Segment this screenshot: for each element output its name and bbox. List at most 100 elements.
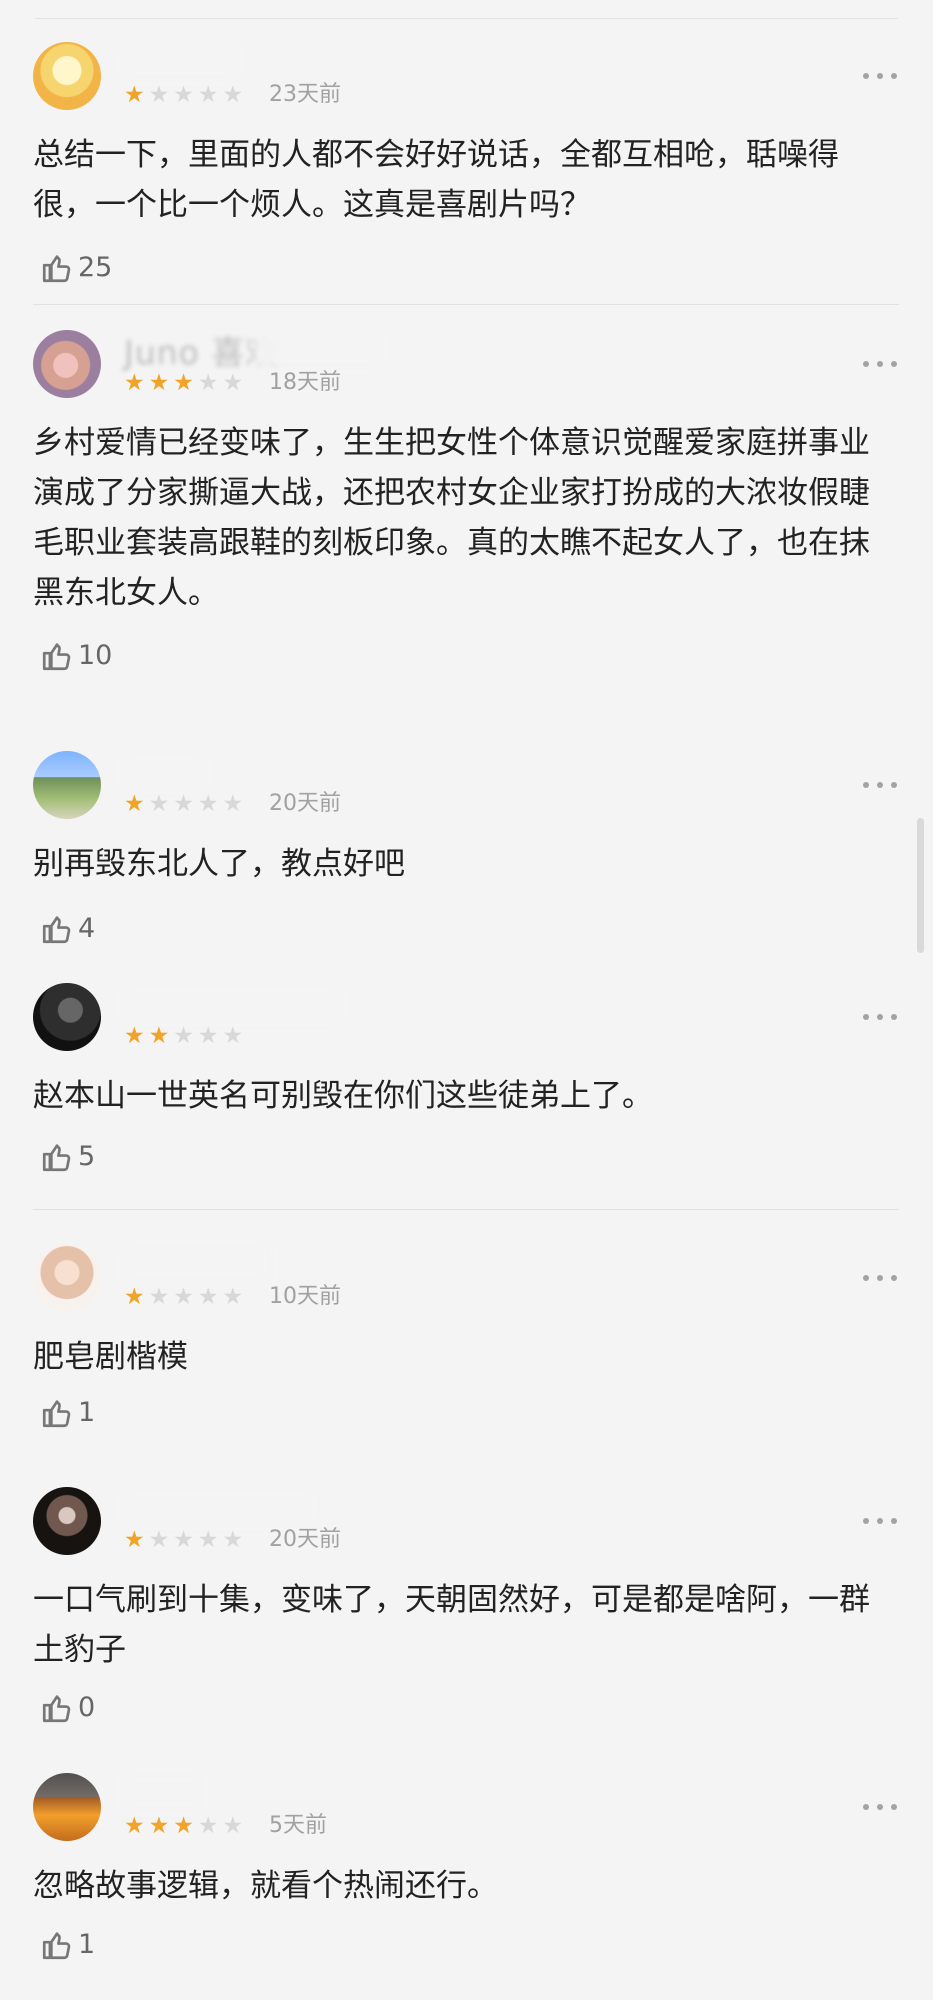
more-options-button[interactable]: [863, 1516, 897, 1526]
more-icon: [877, 1518, 883, 1524]
review-text: 忽略故事逻辑，就看个热闹还行。: [33, 1868, 498, 1904]
thumbs-up-icon: [42, 643, 71, 671]
more-options-button[interactable]: [863, 359, 897, 369]
username-redaction: [122, 751, 206, 789]
review-time: 20天前: [269, 791, 341, 816]
review-text: 肥皂剧楷模: [33, 1339, 188, 1375]
like-button[interactable]: 25: [40, 250, 112, 286]
like-count: 1: [78, 1929, 96, 1960]
more-options-button[interactable]: [863, 71, 897, 81]
more-options-button[interactable]: [863, 1012, 897, 1022]
like-button[interactable]: 10: [40, 638, 112, 674]
more-icon: [877, 361, 883, 367]
like-count: 4: [78, 913, 96, 944]
more-icon: [877, 1275, 883, 1281]
star-icon: ★: [148, 1023, 170, 1049]
more-icon: [863, 1518, 869, 1524]
more-icon: [863, 361, 869, 367]
star-icon: ★: [148, 82, 170, 108]
rating-stars: ★ ★ ★ ★ ★: [124, 1528, 243, 1552]
star-icon: ★: [197, 1284, 219, 1310]
more-icon: [877, 1014, 883, 1020]
more-icon: [863, 782, 869, 788]
avatar[interactable]: [33, 983, 101, 1051]
more-icon: [891, 782, 897, 788]
more-icon: [891, 73, 897, 79]
scrollbar[interactable]: [917, 818, 924, 953]
star-icon: ★: [124, 1284, 145, 1310]
star-icon: ★: [197, 1527, 219, 1553]
thumbs-up-icon: [42, 916, 71, 944]
star-icon: ★: [173, 370, 194, 396]
star-icon: ★: [222, 82, 244, 108]
review-text: 总结一下，里面的人都不会好好说话，全都互相呛，聒噪得很，一个比一个烦人。这真是喜…: [33, 137, 839, 223]
star-icon: ★: [173, 1023, 194, 1049]
thumbs-up-icon: [42, 1932, 71, 1960]
star-icon: ★: [148, 1813, 170, 1839]
review-text: 乡村爱情已经变味了，生生把女性个体意识觉醒爱家庭拼事业演成了分家撕逼大战，还把农…: [33, 425, 870, 611]
more-icon: [863, 1014, 869, 1020]
username-redaction: [122, 1773, 204, 1811]
thumbs-up-icon: [42, 1144, 71, 1172]
star-icon: ★: [124, 82, 145, 108]
username-redaction: [254, 330, 382, 368]
star-icon: ★: [124, 1813, 145, 1839]
star-icon: ★: [222, 1284, 244, 1310]
more-options-button[interactable]: [863, 1273, 897, 1283]
more-icon: [863, 1275, 869, 1281]
more-icon: [891, 361, 897, 367]
star-icon: ★: [173, 1284, 194, 1310]
thumbs-up-icon: [42, 1695, 71, 1723]
star-icon: ★: [148, 370, 170, 396]
username-redaction: [122, 1487, 322, 1525]
star-icon: ★: [197, 370, 219, 396]
more-icon: [891, 1804, 897, 1810]
more-icon: [877, 782, 883, 788]
rating-stars: ★ ★ ★ ★ ★: [124, 371, 243, 395]
rating-stars: ★ ★ ★ ★ ★: [124, 83, 243, 107]
star-icon: ★: [222, 1813, 244, 1839]
star-icon: ★: [148, 1284, 170, 1310]
review-time: 18天前: [269, 370, 341, 395]
like-button[interactable]: 5: [40, 1139, 95, 1175]
username-redaction: [122, 1244, 272, 1282]
more-icon: [877, 1804, 883, 1810]
avatar[interactable]: [33, 1773, 101, 1841]
like-button[interactable]: 1: [40, 1927, 95, 1963]
avatar[interactable]: [33, 1244, 101, 1312]
thumbs-up-icon: [42, 1400, 71, 1428]
star-icon: ★: [222, 1527, 244, 1553]
avatar[interactable]: [33, 751, 101, 819]
star-icon: ★: [197, 82, 219, 108]
more-icon: [891, 1275, 897, 1281]
star-icon: ★: [148, 1527, 170, 1553]
avatar[interactable]: [33, 1487, 101, 1555]
review-time: 5天前: [269, 1813, 327, 1838]
review-text: 别再毁东北人了，教点好吧: [33, 846, 405, 882]
username-redaction: [122, 983, 342, 1021]
like-button[interactable]: 4: [40, 911, 95, 947]
more-options-button[interactable]: [863, 1802, 897, 1812]
more-icon: [891, 1518, 897, 1524]
like-count: 1: [78, 1397, 96, 1428]
thumbs-up-icon: [42, 255, 71, 283]
like-count: 5: [78, 1141, 96, 1172]
star-icon: ★: [197, 1813, 219, 1839]
more-options-button[interactable]: [863, 780, 897, 790]
review-text: 赵本山一世英名可别毁在你们这些徒弟上了。: [33, 1078, 653, 1114]
star-icon: ★: [222, 791, 244, 817]
review-time: 10天前: [269, 1284, 341, 1309]
like-button[interactable]: 0: [40, 1690, 95, 1726]
like-button[interactable]: 1: [40, 1395, 95, 1431]
like-count: 10: [78, 640, 113, 671]
review-text: 一口气刷到十集，变味了，天朝固然好，可是都是啥阿，一群土豹子: [33, 1582, 870, 1668]
avatar[interactable]: [33, 330, 101, 398]
more-icon: [891, 1014, 897, 1020]
star-icon: ★: [124, 370, 145, 396]
like-count: 25: [78, 252, 113, 283]
avatar[interactable]: [33, 42, 101, 110]
star-icon: ★: [124, 1023, 145, 1049]
review-divider: [33, 1209, 899, 1210]
star-icon: ★: [197, 1023, 219, 1049]
star-icon: ★: [222, 1023, 244, 1049]
